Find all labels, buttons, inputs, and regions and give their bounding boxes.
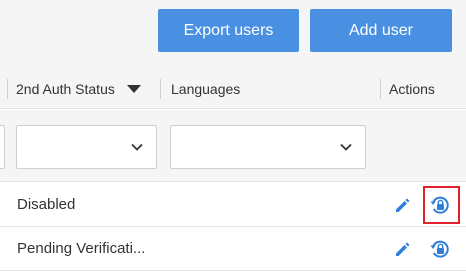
auth-status-cell: Disabled (17, 196, 76, 213)
column-divider (7, 79, 8, 99)
pencil-icon[interactable] (391, 193, 415, 217)
table-row: Pending Verificati... (0, 228, 466, 271)
filter-select-2nd-auth-status[interactable] (16, 125, 157, 169)
filter-select-previous-column[interactable] (0, 125, 5, 169)
add-user-button[interactable]: Add user (310, 9, 452, 52)
table-row: Disabled (0, 184, 466, 227)
column-header-2nd-auth-status[interactable]: 2nd Auth Status (16, 81, 115, 97)
lock-reset-icon[interactable] (428, 237, 452, 261)
column-header-actions: Actions (389, 81, 435, 97)
toolbar: Export users Add user (0, 0, 466, 69)
table-header: 2nd Auth Status Languages Actions (0, 69, 466, 109)
auth-status-cell: Pending Verificati... (17, 240, 146, 257)
filter-row (0, 110, 466, 182)
chevron-down-icon (340, 143, 352, 151)
pencil-icon[interactable] (391, 237, 415, 261)
column-divider (380, 79, 381, 99)
caret-down-icon[interactable] (127, 85, 141, 93)
column-header-languages[interactable]: Languages (171, 81, 240, 97)
column-divider (160, 79, 161, 99)
export-users-button[interactable]: Export users (158, 9, 299, 52)
lock-reset-icon[interactable] (428, 193, 452, 217)
chevron-down-icon (131, 143, 143, 151)
filter-select-languages[interactable] (170, 125, 366, 169)
